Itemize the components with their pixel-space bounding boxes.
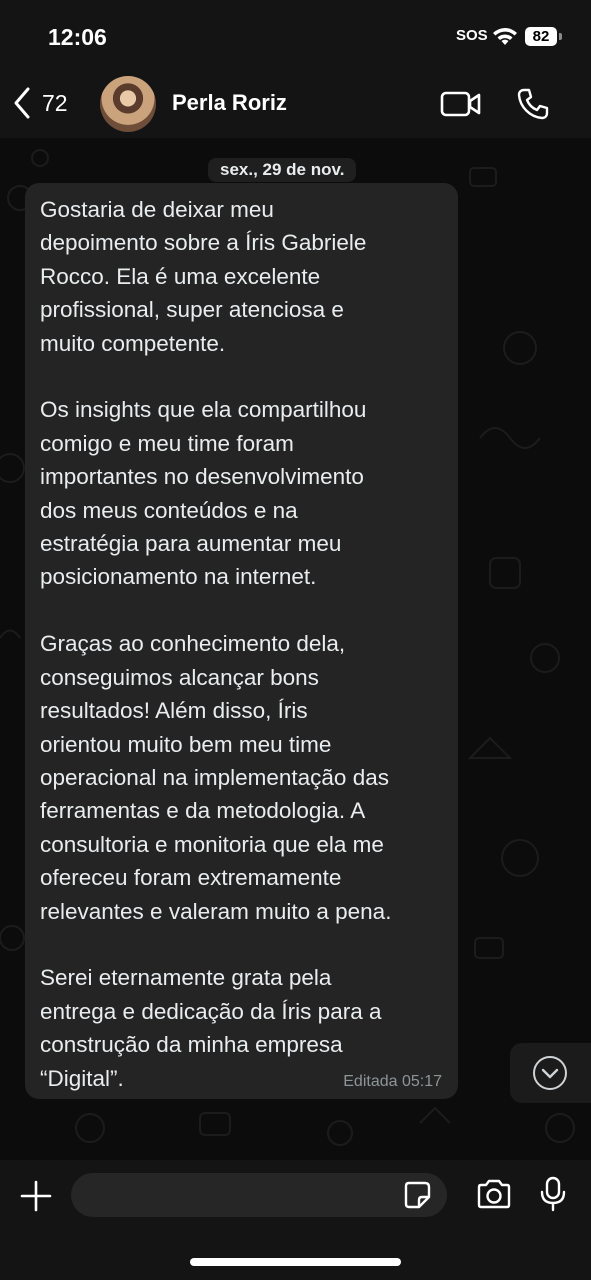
microphone-icon[interactable]	[540, 1176, 566, 1212]
plus-icon[interactable]	[20, 1180, 52, 1212]
message-composer	[0, 1160, 591, 1280]
message-text: Gostaria de deixar meu depoimento sobre …	[40, 197, 392, 1091]
message-input[interactable]	[71, 1173, 447, 1217]
scroll-to-bottom-button[interactable]	[510, 1043, 591, 1103]
battery-indicator: 82	[525, 27, 557, 46]
contact-name[interactable]: Perla Roriz	[172, 90, 287, 116]
sos-indicator: SOS	[456, 27, 488, 44]
camera-icon[interactable]	[476, 1179, 512, 1209]
wifi-icon	[493, 28, 517, 45]
chevron-down-icon	[533, 1056, 567, 1090]
message-edited-time: Editada 05:17	[343, 1073, 442, 1090]
back-button[interactable]: 72	[12, 86, 68, 120]
video-camera-icon[interactable]	[440, 90, 482, 118]
phone-icon[interactable]	[516, 87, 550, 121]
status-bar: 12:06 SOS 82	[0, 0, 591, 72]
chat-header: 72 Perla Roriz	[0, 72, 591, 138]
unread-count: 72	[42, 89, 68, 116]
home-indicator	[190, 1258, 401, 1266]
chevron-left-icon	[14, 87, 30, 119]
sticker-icon[interactable]	[402, 1180, 432, 1210]
avatar[interactable]	[100, 76, 156, 132]
date-separator: sex., 29 de nov.	[208, 158, 357, 182]
battery-tip	[559, 33, 562, 40]
status-time: 12:06	[48, 24, 107, 50]
message-bubble[interactable]: Gostaria de deixar meu depoimento sobre …	[25, 183, 458, 1099]
chat-area[interactable]: sex., 29 de nov. Gostaria de deixar meu …	[0, 138, 591, 1160]
